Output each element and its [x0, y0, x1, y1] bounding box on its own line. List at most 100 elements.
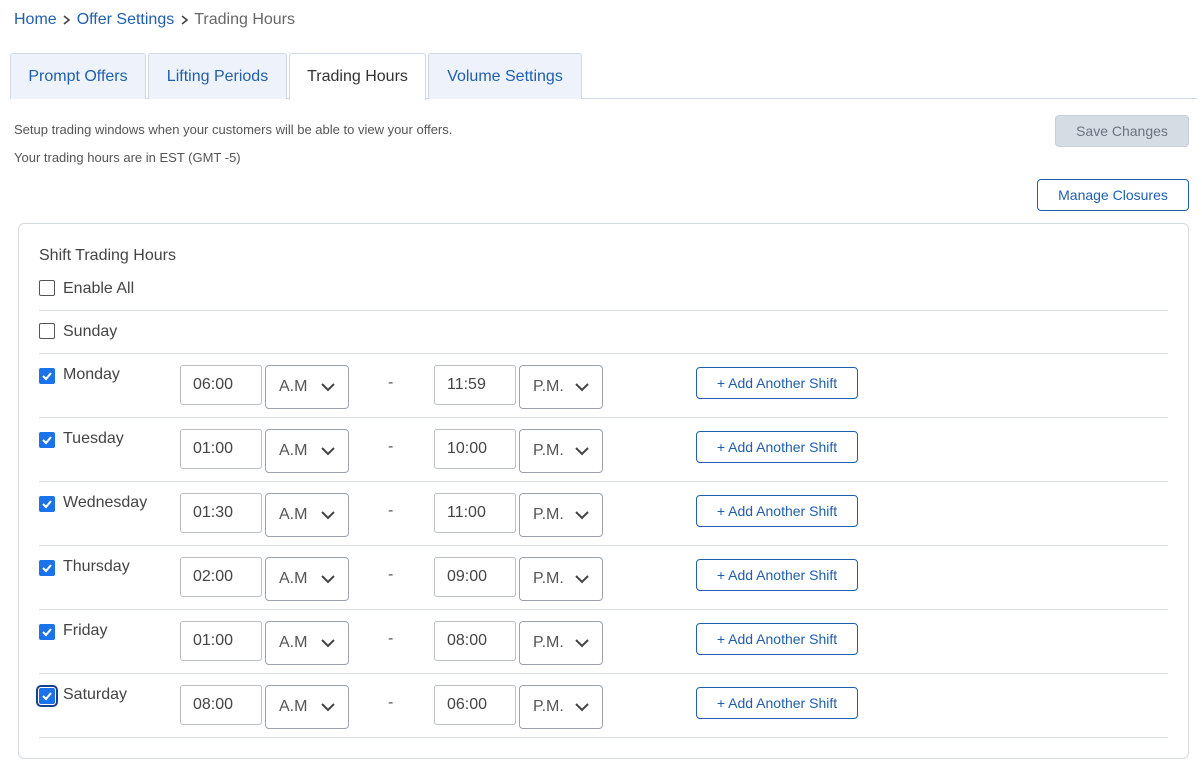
time-range-separator: -	[388, 438, 394, 455]
start-period-select[interactable]: A.M	[265, 621, 349, 665]
time-range-separator: -	[388, 694, 394, 711]
start-period-value: A.M	[279, 378, 308, 395]
time-range-separator: -	[388, 630, 394, 647]
start-time-input[interactable]: 02:00	[180, 557, 262, 597]
end-period-value: P.M.	[533, 570, 564, 587]
end-time-input[interactable]: 11:00	[434, 493, 516, 533]
end-period-value: P.M.	[533, 506, 564, 523]
start-time-input[interactable]: 01:00	[180, 429, 262, 469]
enable-all-row: Enable All	[39, 274, 1168, 311]
sunday-checkbox[interactable]	[39, 323, 55, 339]
manage-closures-button[interactable]: Manage Closures	[1037, 179, 1189, 211]
day-label: Sunday	[63, 323, 118, 340]
add-another-shift-button[interactable]: + Add Another Shift	[696, 431, 858, 463]
start-period-value: A.M	[279, 570, 308, 587]
thursday-checkbox[interactable]	[39, 560, 55, 576]
start-period-select[interactable]: A.M	[265, 429, 349, 473]
end-time-input[interactable]: 09:00	[434, 557, 516, 597]
save-changes-button[interactable]: Save Changes	[1055, 115, 1189, 147]
start-time-input[interactable]: 01:30	[180, 493, 262, 533]
end-period-value: P.M.	[533, 698, 564, 715]
chevron-down-icon	[575, 447, 589, 456]
checkmark-icon	[42, 500, 52, 509]
end-period-select[interactable]: P.M.	[519, 493, 603, 537]
end-time-input[interactable]: 11:59	[434, 365, 516, 405]
chevron-right-icon	[174, 11, 194, 29]
start-period-select[interactable]: A.M	[265, 493, 349, 537]
time-range-separator: -	[388, 502, 394, 519]
start-period-value: A.M	[279, 442, 308, 459]
start-period-value: A.M	[279, 506, 308, 523]
checkmark-icon	[42, 628, 52, 637]
tab-trading-hours[interactable]: Trading Hours	[289, 53, 426, 100]
end-time-input[interactable]: 08:00	[434, 621, 516, 661]
day-row-saturday: Saturday 08:00 A.M - 06:00 P.M. + Add An…	[36, 674, 1168, 738]
add-another-shift-button[interactable]: + Add Another Shift	[696, 495, 858, 527]
add-another-shift-button[interactable]: + Add Another Shift	[696, 623, 858, 655]
tab-prompt-offers[interactable]: Prompt Offers	[10, 53, 146, 99]
end-period-select[interactable]: P.M.	[519, 557, 603, 601]
tab-volume-settings[interactable]: Volume Settings	[428, 53, 582, 99]
tab-lifting-periods[interactable]: Lifting Periods	[148, 53, 287, 99]
chevron-right-icon	[57, 11, 77, 29]
tuesday-checkbox[interactable]	[39, 432, 55, 448]
trading-windows-description: Setup trading windows when your customer…	[14, 122, 453, 137]
start-period-value: A.M	[279, 634, 308, 651]
enable-all-checkbox[interactable]	[39, 280, 55, 296]
day-label: Friday	[63, 622, 108, 639]
day-label: Monday	[63, 366, 120, 383]
day-row-thursday: Thursday 02:00 A.M - 09:00 P.M. + Add An…	[39, 546, 1168, 610]
chevron-down-icon	[575, 511, 589, 520]
day-label: Tuesday	[63, 430, 124, 447]
day-label: Wednesday	[63, 494, 148, 511]
chevron-down-icon	[575, 703, 589, 712]
day-row-monday: Monday 06:00 A.M - 11:59 P.M. + Add Anot…	[39, 354, 1168, 418]
breadcrumb-home-link[interactable]: Home	[14, 11, 57, 29]
checkmark-icon	[42, 372, 52, 381]
wednesday-checkbox[interactable]	[39, 496, 55, 512]
start-time-input[interactable]: 06:00	[180, 365, 262, 405]
enable-all-label: Enable All	[63, 280, 135, 297]
end-period-select[interactable]: P.M.	[519, 429, 603, 473]
start-time-input[interactable]: 08:00	[180, 685, 262, 725]
checkmark-icon	[42, 436, 52, 445]
end-period-select[interactable]: P.M.	[519, 685, 603, 729]
chevron-down-icon	[321, 511, 335, 520]
end-period-select[interactable]: P.M.	[519, 365, 603, 409]
end-period-value: P.M.	[533, 378, 564, 395]
add-another-shift-button[interactable]: + Add Another Shift	[696, 559, 858, 591]
time-range-separator: -	[388, 566, 394, 583]
timezone-note: Your trading hours are in EST (GMT -5)	[14, 150, 241, 165]
start-time-input[interactable]: 01:00	[180, 621, 262, 661]
chevron-down-icon	[321, 575, 335, 584]
day-row-wednesday: Wednesday 01:30 A.M - 11:00 P.M. + Add A…	[39, 482, 1168, 546]
chevron-down-icon	[321, 447, 335, 456]
panel-title: Shift Trading Hours	[39, 247, 176, 264]
end-time-input[interactable]: 10:00	[434, 429, 516, 469]
end-period-value: P.M.	[533, 442, 564, 459]
friday-checkbox[interactable]	[39, 624, 55, 640]
saturday-checkbox[interactable]	[36, 685, 58, 707]
checkmark-icon	[42, 564, 52, 573]
shift-trading-hours-panel: Shift Trading Hours Enable All Sunday Mo…	[18, 223, 1189, 759]
add-another-shift-button[interactable]: + Add Another Shift	[696, 367, 858, 399]
breadcrumb-offer-settings-link[interactable]: Offer Settings	[77, 11, 175, 29]
end-period-select[interactable]: P.M.	[519, 621, 603, 665]
start-period-select[interactable]: A.M	[265, 557, 349, 601]
day-label: Thursday	[63, 558, 130, 575]
start-period-select[interactable]: A.M	[265, 365, 349, 409]
add-another-shift-button[interactable]: + Add Another Shift	[696, 687, 858, 719]
chevron-down-icon	[575, 383, 589, 392]
end-period-value: P.M.	[533, 634, 564, 651]
time-range-separator: -	[388, 374, 394, 391]
start-period-value: A.M	[279, 698, 308, 715]
chevron-down-icon	[321, 383, 335, 392]
breadcrumb: Home Offer Settings Trading Hours	[14, 10, 295, 30]
chevron-down-icon	[575, 575, 589, 584]
day-label: Saturday	[63, 686, 128, 703]
monday-checkbox[interactable]	[39, 368, 55, 384]
start-period-select[interactable]: A.M	[265, 685, 349, 729]
day-row-tuesday: Tuesday 01:00 A.M - 10:00 P.M. + Add Ano…	[39, 418, 1168, 482]
end-time-input[interactable]: 06:00	[434, 685, 516, 725]
day-row-sunday: Sunday	[39, 311, 1168, 354]
